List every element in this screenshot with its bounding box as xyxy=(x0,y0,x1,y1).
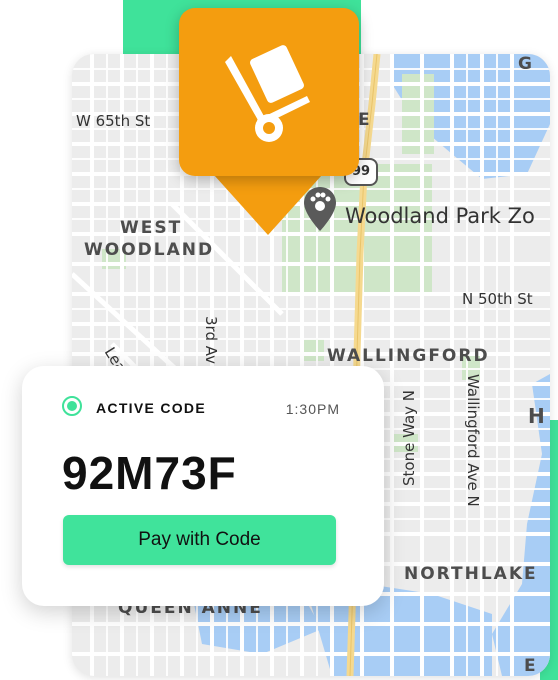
district-label-woodland: WOODLAND xyxy=(84,240,215,260)
district-label-wallingford: WALLINGFORD xyxy=(327,346,490,366)
street-label-wallingford-ave: Wallingford Ave N xyxy=(464,374,482,507)
status-label: ACTIVE CODE xyxy=(96,400,206,416)
active-status-icon xyxy=(62,396,82,416)
hand-truck-icon xyxy=(225,45,310,142)
district-label-partial-right: H xyxy=(528,404,547,428)
street-label-w65th: W 65th St xyxy=(76,112,151,130)
location-pin-tail xyxy=(214,175,322,235)
active-code-card: ACTIVE CODE 1:30PM 92M73F Pay with Code xyxy=(22,366,384,606)
status-time: 1:30PM xyxy=(285,401,340,417)
street-label-stone-way: Stone Way N xyxy=(400,389,418,486)
street-label-n50th: N 50th St xyxy=(462,290,533,308)
pay-with-code-button[interactable]: Pay with Code xyxy=(63,515,336,565)
code-value: 92M73F xyxy=(62,447,237,499)
district-label-partial-bottom-right: E xyxy=(524,656,538,676)
location-pin[interactable] xyxy=(179,8,359,176)
park-label-woodland-zoo: Woodland Park Zo xyxy=(345,204,535,228)
district-label-northlake: NORTHLAKE xyxy=(404,564,538,584)
district-label-west: WEST xyxy=(120,218,183,238)
street-label-3rd-ave: 3rd Av xyxy=(202,316,220,364)
district-label-partial-top-right: G xyxy=(518,54,534,74)
